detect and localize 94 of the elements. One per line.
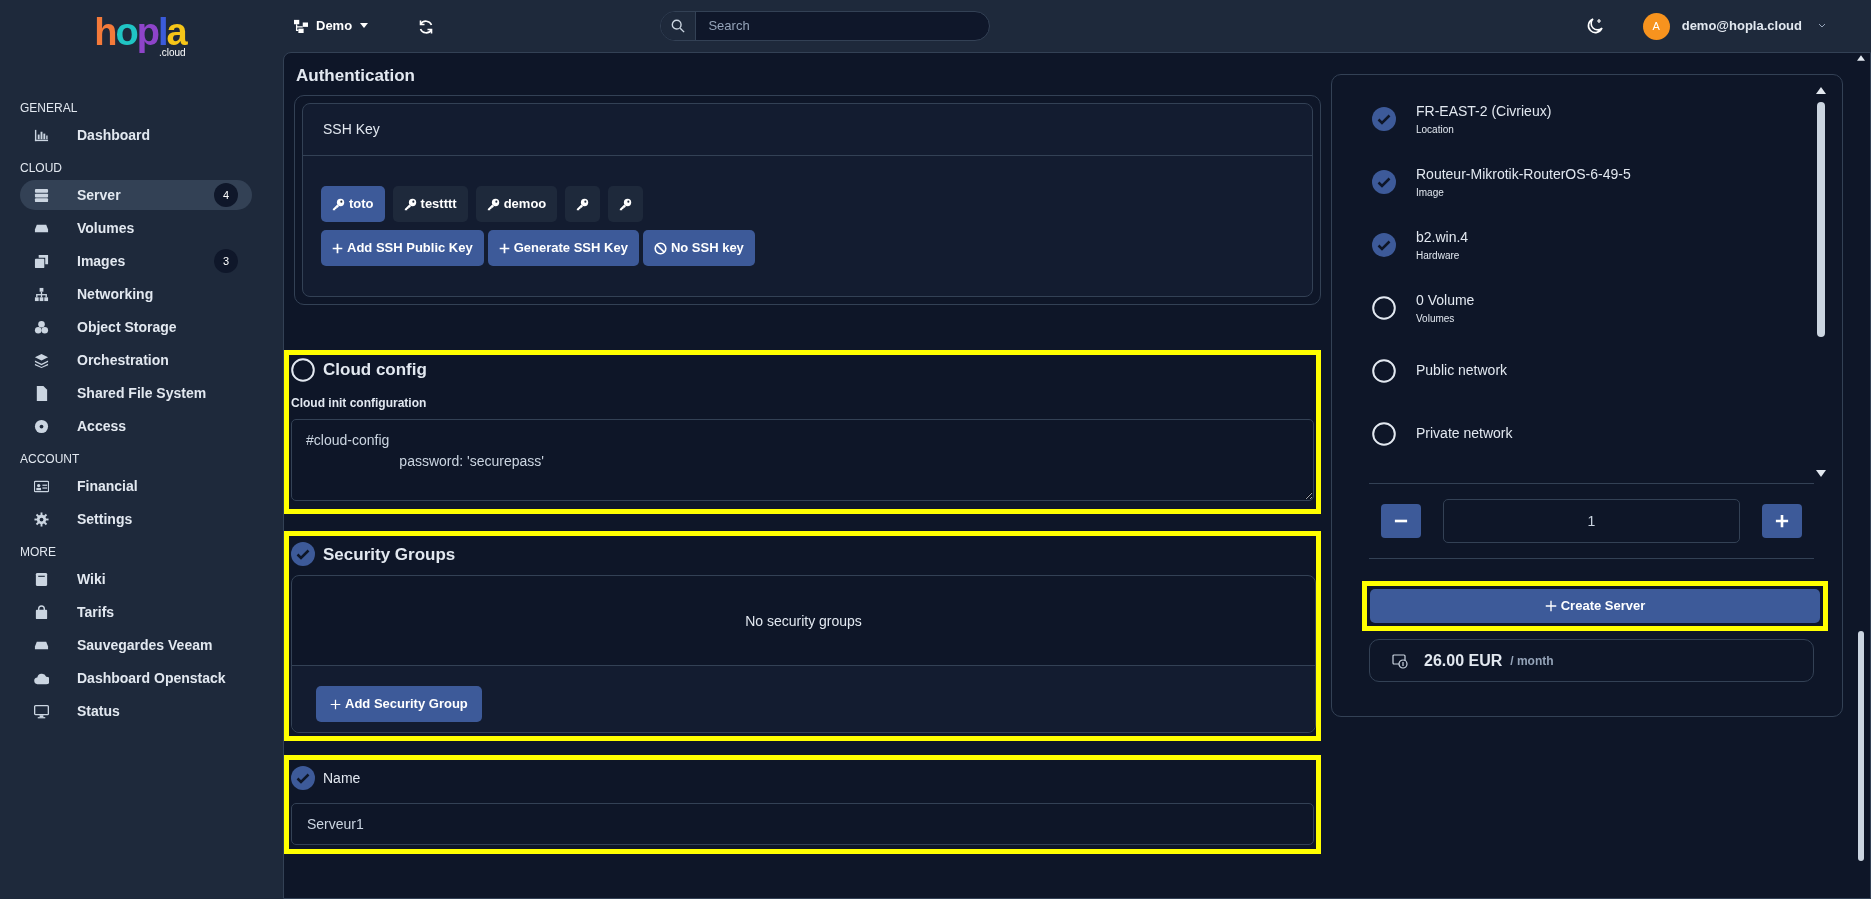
field-label: Cloud init configuration (291, 394, 428, 412)
hierarchy-icon (294, 19, 308, 33)
step-title: Public network (1416, 361, 1508, 380)
sidebar-item[interactable]: Financial (20, 471, 252, 501)
scroll-up-icon[interactable] (1816, 87, 1826, 94)
ssh-key-button[interactable]: testttt (392, 186, 468, 222)
step-title: 0 Volume (1416, 290, 1475, 310)
config-textarea[interactable]: #cloud-config password: 'securepass' (291, 418, 1314, 501)
sidebar-item[interactable]: Networking (20, 279, 252, 309)
monitor-icon (34, 703, 49, 719)
price-unit: / month (1510, 652, 1554, 670)
sidebar-item[interactable]: Tarifs (20, 597, 252, 627)
sidebar-item[interactable]: Shared File System (20, 378, 252, 408)
section-title: Cloud config (323, 359, 427, 381)
action-button[interactable]: Add SSH Public Key (321, 230, 484, 266)
action-button[interactable]: No SSH key (642, 230, 755, 266)
chevron-down-icon (1818, 23, 1826, 29)
money-icon (1392, 652, 1408, 669)
key-icon (403, 197, 417, 211)
plus-icon (498, 242, 510, 254)
sidebar-item[interactable]: Orchestration (20, 345, 252, 375)
sidebar-item[interactable]: Dashboard (20, 120, 252, 150)
ssh-key-button[interactable] (565, 186, 601, 222)
card-title: SSH Key (323, 121, 380, 137)
name-field[interactable]: Serveur1 (291, 803, 1314, 845)
count-badge: 3 (214, 249, 238, 273)
layers-icon (34, 352, 49, 368)
sidebar-item[interactable]: Server 4 (20, 180, 252, 210)
empty-message: No security groups (745, 613, 862, 629)
scrollbar[interactable] (1814, 87, 1828, 477)
section-title: Security Groups (323, 543, 456, 566)
section-title: Authentication (295, 65, 416, 87)
project-dropdown[interactable]: Demo (293, 15, 370, 37)
server-icon (34, 187, 49, 203)
add-security-group-button[interactable]: Add Security Group (316, 686, 482, 722)
ssh-key-button[interactable]: toto (321, 186, 385, 222)
key-icon (576, 197, 590, 211)
quantity-field[interactable]: 1 (1443, 499, 1740, 543)
chart-icon (34, 127, 49, 143)
sidebar-item[interactable]: Settings (20, 504, 252, 534)
step-subtitle: Image (1416, 185, 1445, 200)
sidebar-item[interactable]: Object Storage (20, 312, 252, 342)
step-subtitle: Location (1416, 122, 1455, 137)
settings-icon (34, 511, 49, 527)
caret-icon (360, 23, 369, 29)
section-heading: CLOUD (19, 160, 63, 177)
step-subtitle: Hardware (1416, 248, 1461, 263)
bag-icon (34, 604, 49, 620)
section-heading: ACCOUNT (19, 451, 81, 468)
images-icon (34, 253, 49, 269)
scroll-up-icon[interactable] (1857, 55, 1865, 61)
search-field[interactable]: Search (660, 11, 990, 41)
search-icon (671, 19, 686, 33)
sidebar-item[interactable]: Access (20, 411, 252, 441)
action-button[interactable]: Generate SSH Key (487, 230, 639, 266)
increment-button[interactable] (1762, 504, 1802, 538)
count-badge: 4 (214, 183, 238, 207)
step-subtitle: Volumes (1416, 311, 1456, 326)
step-title: FR-EAST-2 (Civrieux) (1416, 101, 1552, 121)
step-title: Private network (1416, 424, 1513, 443)
create-server-button[interactable]: Create Server (1370, 589, 1820, 623)
plus-icon (332, 242, 343, 254)
scroll-down-icon[interactable] (1816, 470, 1826, 477)
key-icon (332, 197, 345, 211)
section-heading: MORE (19, 544, 57, 561)
cubes-icon (34, 319, 49, 335)
sidebar-item[interactable]: Dashboard Openstack (20, 663, 252, 693)
logo[interactable]: hopla .cloud (94, 12, 186, 60)
ban-icon (653, 241, 667, 255)
search-input[interactable]: Search (696, 16, 989, 36)
ssh-key-button[interactable]: demoo (475, 186, 558, 222)
ssh-key-button[interactable] (608, 186, 644, 222)
plus-icon (1775, 514, 1789, 528)
book-icon (34, 571, 49, 587)
file-icon (34, 385, 49, 401)
sidebar-item[interactable]: Sauvegardes Veeam (20, 630, 252, 660)
key-icon (486, 197, 500, 211)
sidebar-item[interactable]: Volumes (20, 213, 252, 243)
plus-icon (330, 698, 341, 710)
plus-icon (1544, 600, 1557, 612)
network-icon (34, 286, 49, 302)
disc-icon (34, 418, 49, 434)
step-title: Routeur-Mikrotik-RouterOS-6-49-5 (1416, 164, 1631, 184)
sidebar-item[interactable]: Images 3 (20, 246, 252, 276)
sidebar-item[interactable]: Status (20, 696, 252, 726)
key-icon (619, 197, 633, 211)
section-heading: GENERAL (19, 100, 79, 117)
price: 26.00 EUR (1424, 650, 1503, 671)
section-title: Name (323, 768, 361, 788)
user-menu[interactable]: A demo@hopla.cloud (1642, 12, 1826, 40)
sidebar-item[interactable]: Wiki (20, 564, 252, 594)
id-card-icon (34, 478, 49, 494)
step-title: b2.win.4 (1416, 227, 1469, 247)
refresh-icon (418, 18, 435, 35)
